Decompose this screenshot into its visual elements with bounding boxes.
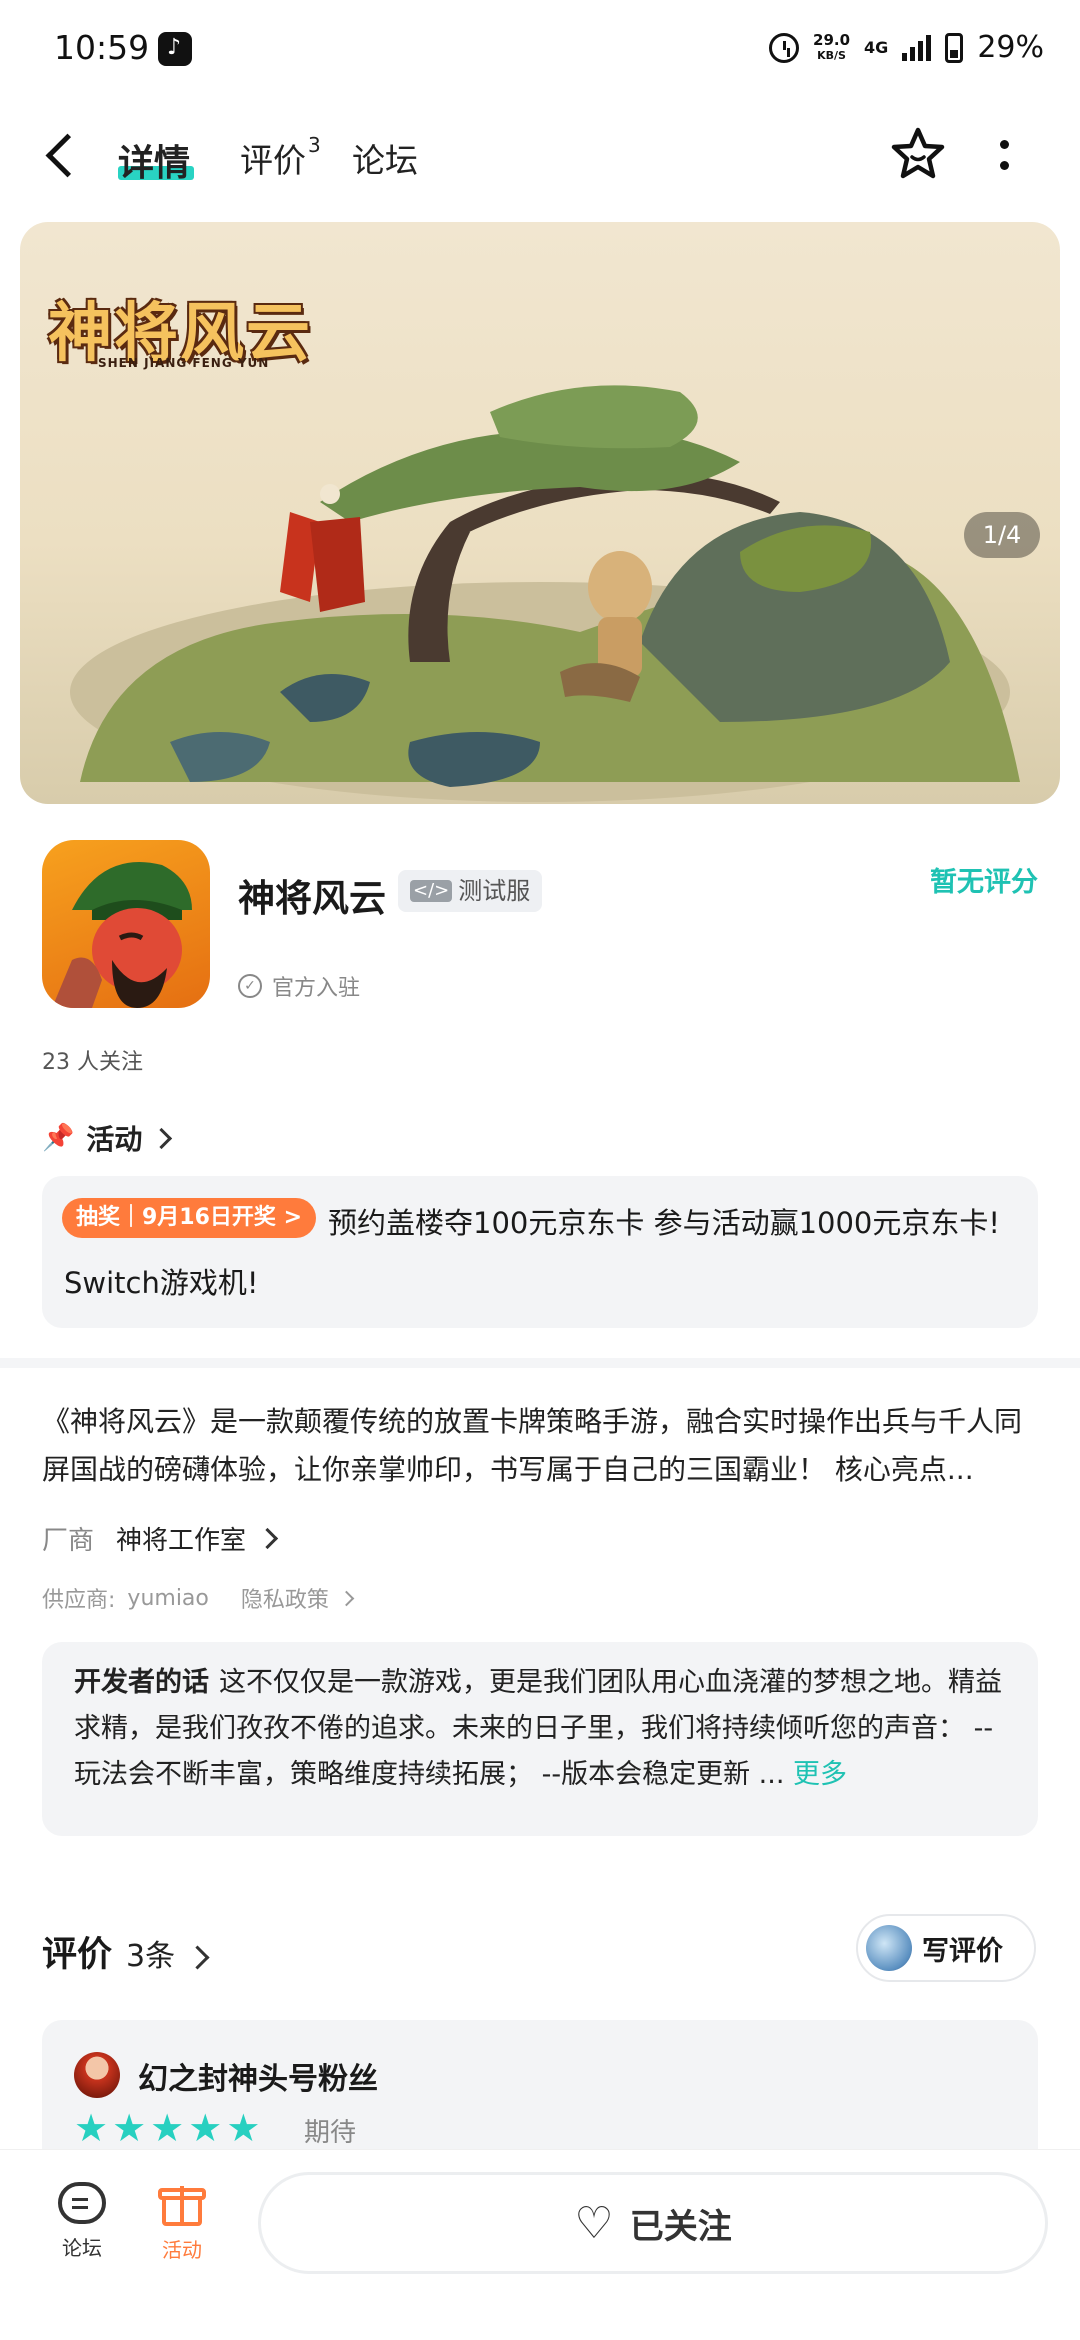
pin-icon: 📌	[42, 1123, 75, 1153]
vendor-label: 厂商	[42, 1526, 95, 1556]
follow-button[interactable]: ♡ 已关注	[258, 2172, 1048, 2274]
reviews-header[interactable]: 评价 3条	[42, 1926, 210, 1977]
check-circle-icon: ✓	[238, 974, 262, 998]
supplier-row: 供应商: yumiao 隐私政策	[42, 1582, 355, 1614]
battery-icon	[945, 32, 964, 63]
back-icon[interactable]	[45, 133, 90, 178]
more-link[interactable]: 更多	[793, 1759, 847, 1790]
net-speed: 29.0 KB/S	[813, 30, 851, 63]
star-rating: ★ ★ ★ ★ ★	[74, 2108, 260, 2148]
chevron-right-icon	[256, 1527, 279, 1550]
follower-count: 23 人关注	[42, 1050, 143, 1075]
banner-logo-subtitle: SHEN JIANG FENG YUN	[98, 356, 270, 370]
vendor-name: 神将工作室	[116, 1526, 247, 1556]
more-icon[interactable]	[1000, 140, 1010, 182]
chevron-right-icon	[338, 1590, 355, 1606]
chevron-right-icon	[151, 1127, 173, 1149]
activity-title-cont: Switch游戏机!	[64, 1266, 259, 1300]
developer-note-text: 这不仅仅是一款游戏，更是我们团队用心血浇灌的梦想之地。精益求精，是我们孜孜不倦的…	[74, 1667, 1002, 1790]
activity-title: 预约盖楼夺100元京东卡 参与活动赢1000元京东卡!	[328, 1206, 1000, 1240]
developer-note-label: 开发者的话	[74, 1667, 209, 1698]
game-description[interactable]: 《神将风云》是一款颠覆传统的放置卡牌策略手游，融合实时操作出兵与千人同屏国战的磅…	[42, 1398, 1022, 1494]
lottery-tag: 抽奖｜9月16日开奖 >	[62, 1198, 317, 1238]
app-name: 神将风云	[238, 877, 386, 920]
status-icons: 29.0 KB/S 4G 29%	[769, 30, 1044, 65]
status-time: 10:59	[54, 28, 150, 67]
net-speed-value: 29.0	[813, 30, 851, 49]
activity-header-label: 活动	[86, 1123, 143, 1156]
reviewer-avatar	[74, 2052, 120, 2098]
review-tag: 期待	[304, 2118, 357, 2148]
star-icon: ★	[226, 2106, 261, 2150]
bottom-activity-button[interactable]: 活动	[152, 2182, 212, 2263]
tiktok-icon	[158, 32, 192, 66]
section-divider	[0, 1358, 1080, 1368]
write-review-label: 写评价	[922, 1935, 1003, 1967]
star-icon[interactable]	[888, 124, 948, 184]
bottom-activity-label: 活动	[162, 2238, 202, 2262]
reviewer-name: 幻之封神头号粉丝	[138, 2062, 378, 2097]
official-label: 官方入驻	[272, 976, 361, 1001]
test-server-badge: </> 测试服	[398, 870, 543, 912]
activity-header[interactable]: 📌 活动	[42, 1118, 173, 1158]
alarm-icon	[769, 32, 800, 63]
signal-icon	[902, 34, 932, 61]
chat-icon	[58, 2182, 106, 2224]
heart-check-icon: ♡	[574, 2197, 614, 2249]
tab-reviews[interactable]: 评价 3	[240, 133, 321, 182]
bottom-forum-label: 论坛	[62, 2236, 102, 2260]
write-review-button[interactable]: 写评价	[856, 1914, 1036, 1982]
bottom-forum-button[interactable]: 论坛	[52, 2182, 112, 2261]
supplier-name: yumiao	[127, 1585, 209, 1611]
vendor-row[interactable]: 厂商 神将工作室	[42, 1520, 279, 1557]
rating-status: 暂无评分	[930, 867, 1038, 898]
supplier-label: 供应商:	[42, 1588, 116, 1613]
net-speed-unit: KB/S	[817, 48, 846, 62]
network-type: 4G	[864, 38, 889, 57]
tab-forum[interactable]: 论坛	[352, 134, 418, 182]
tab-details[interactable]: 详情	[118, 134, 190, 186]
activity-card[interactable]: 抽奖｜9月16日开奖 > 预约盖楼夺100元京东卡 参与活动赢1000元京东卡!…	[42, 1176, 1038, 1328]
star-icon: ★	[188, 2106, 223, 2150]
star-icon: ★	[74, 2106, 109, 2150]
app-icon	[42, 840, 210, 1008]
banner-carousel[interactable]: 神将风云 SHEN JIANG FENG YUN	[20, 222, 1060, 804]
user-avatar	[866, 1925, 912, 1971]
privacy-policy-link[interactable]: 隐私政策	[241, 1582, 329, 1614]
banner-pager: 1/4	[964, 512, 1040, 558]
test-server-label: 测试服	[458, 877, 531, 905]
developer-note: 开发者的话 这不仅仅是一款游戏，更是我们团队用心血浇灌的梦想之地。精益求精，是我们…	[74, 1660, 1014, 1798]
reviews-title: 评价	[42, 1935, 113, 1975]
star-icon: ★	[150, 2106, 185, 2150]
chevron-right-icon	[185, 1945, 210, 1970]
official-verified: ✓ 官方入驻	[238, 970, 360, 1002]
battery-percent: 29%	[977, 30, 1044, 65]
developer-note-card[interactable]: 开发者的话 这不仅仅是一款游戏，更是我们团队用心血浇灌的梦想之地。精益求精，是我们…	[42, 1642, 1038, 1836]
tab-reviews-label: 评价	[240, 141, 306, 180]
gift-icon	[158, 2182, 206, 2226]
code-icon: </>	[410, 880, 453, 902]
follow-label: 已关注	[629, 2206, 732, 2247]
star-icon: ★	[112, 2106, 147, 2150]
reviews-count: 3条	[126, 1939, 176, 1974]
tab-reviews-badge: 3	[308, 133, 321, 157]
